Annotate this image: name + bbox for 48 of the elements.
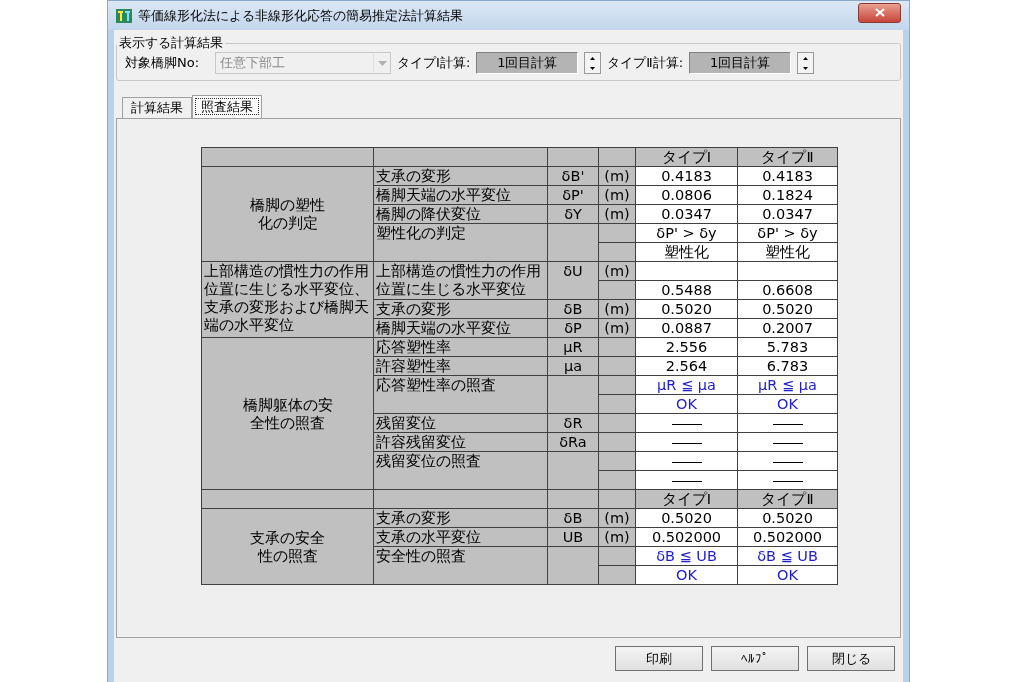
tab[interactable]: 照査結果 bbox=[192, 95, 262, 118]
column-header: タイプⅡ bbox=[737, 147, 838, 167]
calc-value: 1回目計算 bbox=[689, 52, 792, 74]
header-cell bbox=[547, 147, 599, 167]
down-arrow-icon bbox=[803, 66, 809, 70]
app-icon bbox=[116, 8, 132, 23]
dialog-button[interactable]: 印刷 bbox=[615, 646, 703, 671]
dash-mark bbox=[772, 442, 803, 444]
symbol-cell bbox=[547, 451, 599, 490]
up-arrow-icon bbox=[803, 56, 809, 60]
group-cell: 橋脚躯体の安全性の照査 bbox=[201, 337, 374, 490]
close-icon bbox=[874, 8, 885, 17]
dash-mark bbox=[671, 480, 702, 482]
dash-mark bbox=[772, 423, 803, 425]
calc-value: 1回目計算 bbox=[476, 52, 579, 74]
dash-mark bbox=[671, 423, 702, 425]
item-cell: 塑性化の判定 bbox=[373, 223, 548, 262]
symbol-cell bbox=[547, 546, 599, 585]
spin-button[interactable] bbox=[797, 52, 815, 74]
calc-label: タイプⅠ計算: bbox=[397, 54, 471, 72]
dash-mark bbox=[772, 461, 803, 463]
tab[interactable]: 計算結果 bbox=[122, 97, 192, 118]
down-arrow-icon bbox=[590, 66, 596, 70]
spin-button[interactable] bbox=[584, 52, 602, 74]
symbol-cell: δU bbox=[547, 261, 599, 300]
item-cell: 安全性の照査 bbox=[373, 546, 548, 585]
dash-mark bbox=[671, 442, 702, 444]
dialog-button[interactable]: ﾍﾙﾌﾟ bbox=[711, 646, 799, 671]
close-button[interactable] bbox=[858, 2, 901, 23]
group-cell: 上部構造の慣性力の作用位置に生じる水平変位、支承の変形および橋脚天端の水平変位 bbox=[201, 261, 374, 338]
symbol-cell bbox=[547, 375, 599, 414]
dash-mark bbox=[772, 480, 803, 482]
group-cell: 支承の安全性の照査 bbox=[201, 508, 374, 585]
item-cell: 残留変位の照査 bbox=[373, 451, 548, 490]
up-arrow-icon bbox=[590, 56, 596, 60]
group-cell: 橋脚の塑性化の判定 bbox=[201, 166, 374, 262]
header-cell bbox=[598, 147, 636, 167]
item-cell: 上部構造の慣性力の作用位置に生じる水平変位 bbox=[373, 261, 548, 300]
dash-mark bbox=[671, 461, 702, 463]
group-title: 表示する計算結果 bbox=[118, 34, 224, 52]
window-title: 等価線形化法による非線形化応答の簡易推定法計算結果 bbox=[138, 6, 464, 25]
symbol-cell bbox=[547, 223, 599, 262]
pier-label: 対象橋脚No: bbox=[125, 54, 200, 72]
item-cell: 応答塑性率の照査 bbox=[373, 375, 548, 414]
dialog-button[interactable]: 閉じる bbox=[807, 646, 895, 671]
calc-label: タイプⅡ計算: bbox=[607, 54, 684, 72]
dropdown-arrow-icon bbox=[377, 60, 387, 66]
column-header: タイプⅠ bbox=[635, 147, 738, 167]
